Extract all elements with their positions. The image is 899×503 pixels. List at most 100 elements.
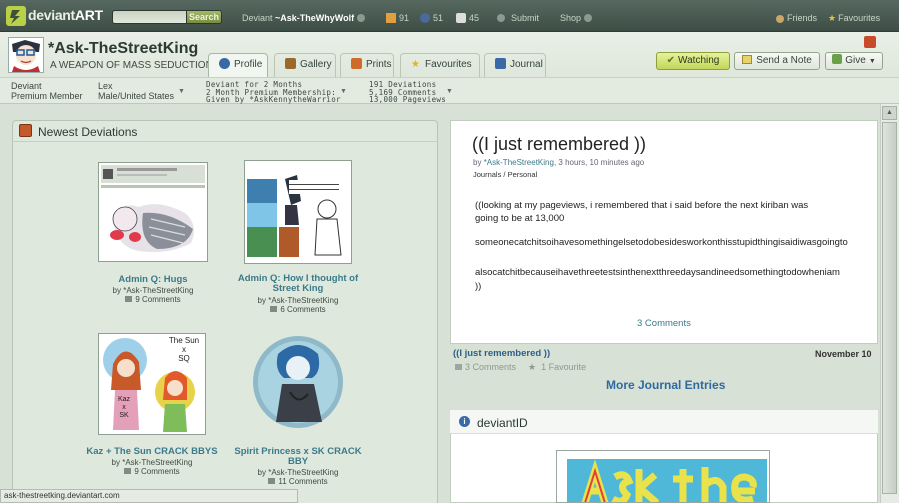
thumbnail-caption-line: SQ: [178, 354, 190, 363]
friends-link[interactable]: Friends: [776, 13, 817, 23]
journal-categories[interactable]: Journals / Personal: [473, 170, 537, 179]
deviation-title-link[interactable]: Admin Q: How I thought of Street King: [234, 274, 362, 294]
comment-count: 6 Comments: [280, 305, 326, 314]
deviation-thumbnail[interactable]: [252, 334, 344, 430]
deviation-stat-icon: [386, 13, 396, 23]
deviation-title-link[interactable]: Admin Q: Hugs: [93, 275, 213, 285]
scroll-up-arrow-icon[interactable]: ▲: [882, 106, 897, 120]
thumbnail-caption-art: [289, 180, 339, 194]
comment-icon: [268, 478, 276, 484]
journal-entry-link[interactable]: ((I just remembered )): [453, 348, 550, 359]
send-note-label: Send a Note: [756, 55, 812, 66]
deviantart-logo-icon[interactable]: [6, 6, 26, 26]
favourites-link[interactable]: ★ Favourites: [828, 13, 880, 24]
deviation-author[interactable]: by *Ask-TheStreetKing: [234, 296, 362, 305]
chevron-down-icon: [357, 14, 366, 22]
give-label: Give: [845, 55, 866, 66]
stat-count: 91: [399, 13, 410, 23]
comment-icon: [455, 364, 462, 370]
deviation-comments[interactable]: 6 Comments: [234, 305, 362, 314]
tab-journal[interactable]: Journal: [484, 53, 546, 77]
comment-count: 9 Comments: [134, 467, 180, 476]
binoculars-icon: [420, 13, 430, 23]
submit-label: Submit: [511, 13, 540, 23]
more-journal-entries-link[interactable]: More Journal Entries: [606, 378, 725, 392]
thumbnail-caption-line: Kaz: [117, 396, 131, 403]
deviantart-logo[interactable]: deviantART: [28, 7, 103, 23]
star-icon: ★: [528, 362, 537, 372]
tab-label: Favourites: [424, 59, 472, 70]
stats-line: 13,000 Pageviews: [369, 95, 447, 104]
give-button[interactable]: Give ▼: [825, 52, 883, 70]
deviation-comments[interactable]: 9 Comments: [93, 295, 213, 304]
user-tagline: A WEAPON OF MASS SEDUCTION: [50, 60, 213, 71]
tab-label: Profile: [234, 59, 263, 70]
user-info[interactable]: Lex Male/United States: [98, 81, 174, 101]
watch-stat[interactable]: 51: [420, 13, 443, 23]
thumbnail-scribble: [289, 180, 339, 194]
deviation-author[interactable]: by *Ask-TheStreetKing: [93, 286, 213, 295]
note-icon: [742, 55, 753, 64]
journal-entry-comments[interactable]: 3 Comments: [465, 362, 516, 372]
membership-line: Given by *AskKennytheWarrior: [206, 95, 341, 104]
user-badge-icon[interactable]: [864, 36, 876, 48]
deviation-author[interactable]: by *Ask-TheStreetKing: [232, 468, 364, 477]
chevron-down-icon: [497, 14, 505, 22]
thumbnail-caption-line: SK: [119, 412, 129, 419]
member-type-line: Premium Member: [11, 91, 83, 101]
tab-label: Journal: [510, 59, 543, 70]
deviation-comments[interactable]: 11 Comments: [232, 477, 364, 486]
shop-label: Shop: [560, 13, 582, 23]
avatar[interactable]: [8, 37, 44, 73]
deviation-title-link[interactable]: Kaz + The Sun CRACK BBYS: [82, 447, 222, 457]
journal-meta-by: by: [473, 158, 482, 167]
deviation-thumbnail[interactable]: [98, 162, 208, 262]
tab-prints[interactable]: Prints: [340, 53, 394, 77]
tab-label: Gallery: [300, 59, 332, 70]
deviantid-image[interactable]: [556, 450, 770, 503]
tab-gallery[interactable]: Gallery: [274, 53, 336, 77]
deviation-title-link[interactable]: Spirit Princess x SK CRACK BBY: [232, 447, 364, 467]
info-icon: [219, 58, 230, 69]
thumbnail-caption-art: The Sun x SQ: [166, 336, 202, 363]
journal-text: ((looking at my pageviews, i remembered …: [475, 200, 809, 211]
favourites-label: Favourites: [838, 13, 881, 23]
tab-favourites[interactable]: ★ Favourites: [400, 53, 480, 77]
member-type-line: Deviant: [11, 81, 42, 91]
member-type: Deviant Premium Member: [11, 81, 83, 101]
journal-comments-link[interactable]: 3 Comments: [637, 318, 691, 329]
watching-button[interactable]: ✔ Watching: [656, 52, 730, 70]
chevron-down-icon: [584, 14, 593, 22]
journal-icon: [495, 58, 506, 69]
submit-menu[interactable]: Submit: [497, 13, 539, 23]
search-input[interactable]: [112, 10, 188, 24]
user-menu[interactable]: Deviant ~Ask-TheWhyWolf: [242, 13, 366, 23]
search-button[interactable]: Search: [186, 10, 222, 24]
comment-icon: [125, 296, 133, 302]
chevron-down-icon[interactable]: ▼: [340, 88, 347, 95]
thumbnail-caption-line: x: [122, 404, 126, 411]
chevron-down-icon[interactable]: ▼: [178, 88, 185, 95]
deviation-thumbnail[interactable]: [244, 160, 352, 264]
scrollbar-thumb[interactable]: [882, 122, 897, 494]
shop-menu[interactable]: Shop: [560, 13, 593, 23]
newest-deviations-panel: [12, 120, 438, 503]
deviations-stat[interactable]: 91: [386, 13, 409, 23]
deviation-author[interactable]: by *Ask-TheStreetKing: [82, 458, 222, 467]
messages-stat[interactable]: 45: [456, 13, 479, 23]
comment-count: 11 Comments: [278, 477, 328, 486]
stat-count: 51: [433, 13, 444, 23]
send-note-button[interactable]: Send a Note: [734, 52, 820, 70]
tab-profile[interactable]: Profile: [208, 53, 268, 77]
deviation-comments[interactable]: 9 Comments: [82, 467, 222, 476]
journal-title[interactable]: ((I just remembered )): [472, 134, 646, 155]
journal-author-link[interactable]: *Ask-TheStreetKing: [484, 158, 554, 167]
thumbnail-caption-line: The Sun: [168, 336, 200, 345]
stats-info[interactable]: 191 Deviations 5,169 Comments 13,000 Pagev…: [369, 81, 446, 104]
logo-text-part: deviant: [28, 7, 75, 23]
journal-entry-favourites[interactable]: 1 Favourite: [541, 362, 586, 372]
membership-info[interactable]: Deviant for 2 Months 2 Month Premium Memb…: [206, 81, 341, 104]
chevron-down-icon[interactable]: ▼: [446, 88, 453, 95]
username[interactable]: *Ask-TheStreetKing: [48, 40, 198, 58]
gallery-icon: [285, 58, 296, 69]
